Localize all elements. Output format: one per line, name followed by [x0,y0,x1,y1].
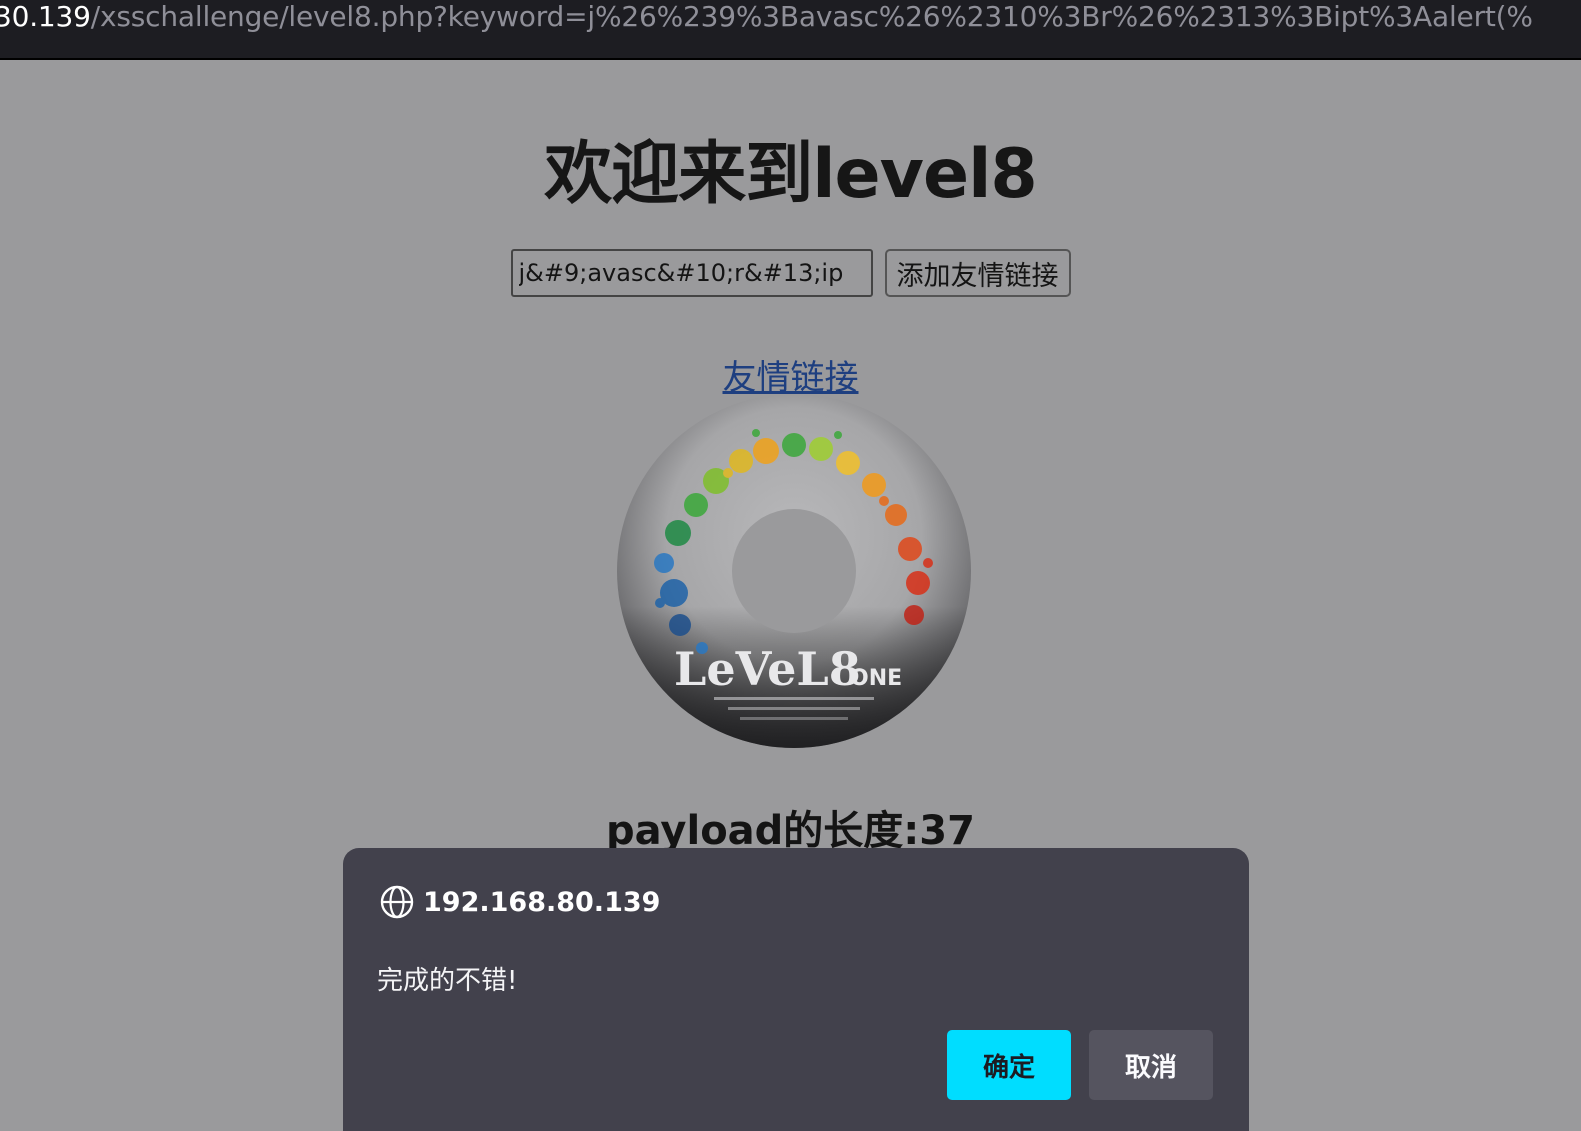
keyword-input[interactable] [510,249,873,297]
dialog-message: 完成的不错! [377,966,518,996]
url-path: /xsschallenge/level8.php?keyword=j%26%23… [90,0,1533,33]
friend-link[interactable]: 友情链接 [0,350,1581,399]
disc-logo-text: LeVeL8 [674,642,861,696]
add-link-button[interactable]: 添加友情链接 [884,249,1071,297]
ok-button[interactable]: 确定 [947,1030,1071,1100]
cancel-button[interactable]: 取消 [1089,1030,1213,1100]
address-bar[interactable]: 30.139/xsschallenge/level8.php?keyword=j… [0,0,1581,60]
keyword-form: 添加友情链接 [0,249,1581,297]
alert-dialog: 192.168.80.139 完成的不错! 确定 取消 [343,848,1249,1131]
dialog-host: 192.168.80.139 [423,886,661,918]
dialog-header: 192.168.80.139 [379,882,660,922]
svg-text:ONE: ONE [850,666,902,691]
page-title: 欢迎来到level8 [544,135,1038,214]
url-text[interactable]: 30.139/xsschallenge/level8.php?keyword=j… [0,2,1533,32]
globe-icon [380,885,414,919]
level8-disc-image: LeVeL8 ONE [617,394,971,748]
url-host: 30.139 [0,0,91,33]
